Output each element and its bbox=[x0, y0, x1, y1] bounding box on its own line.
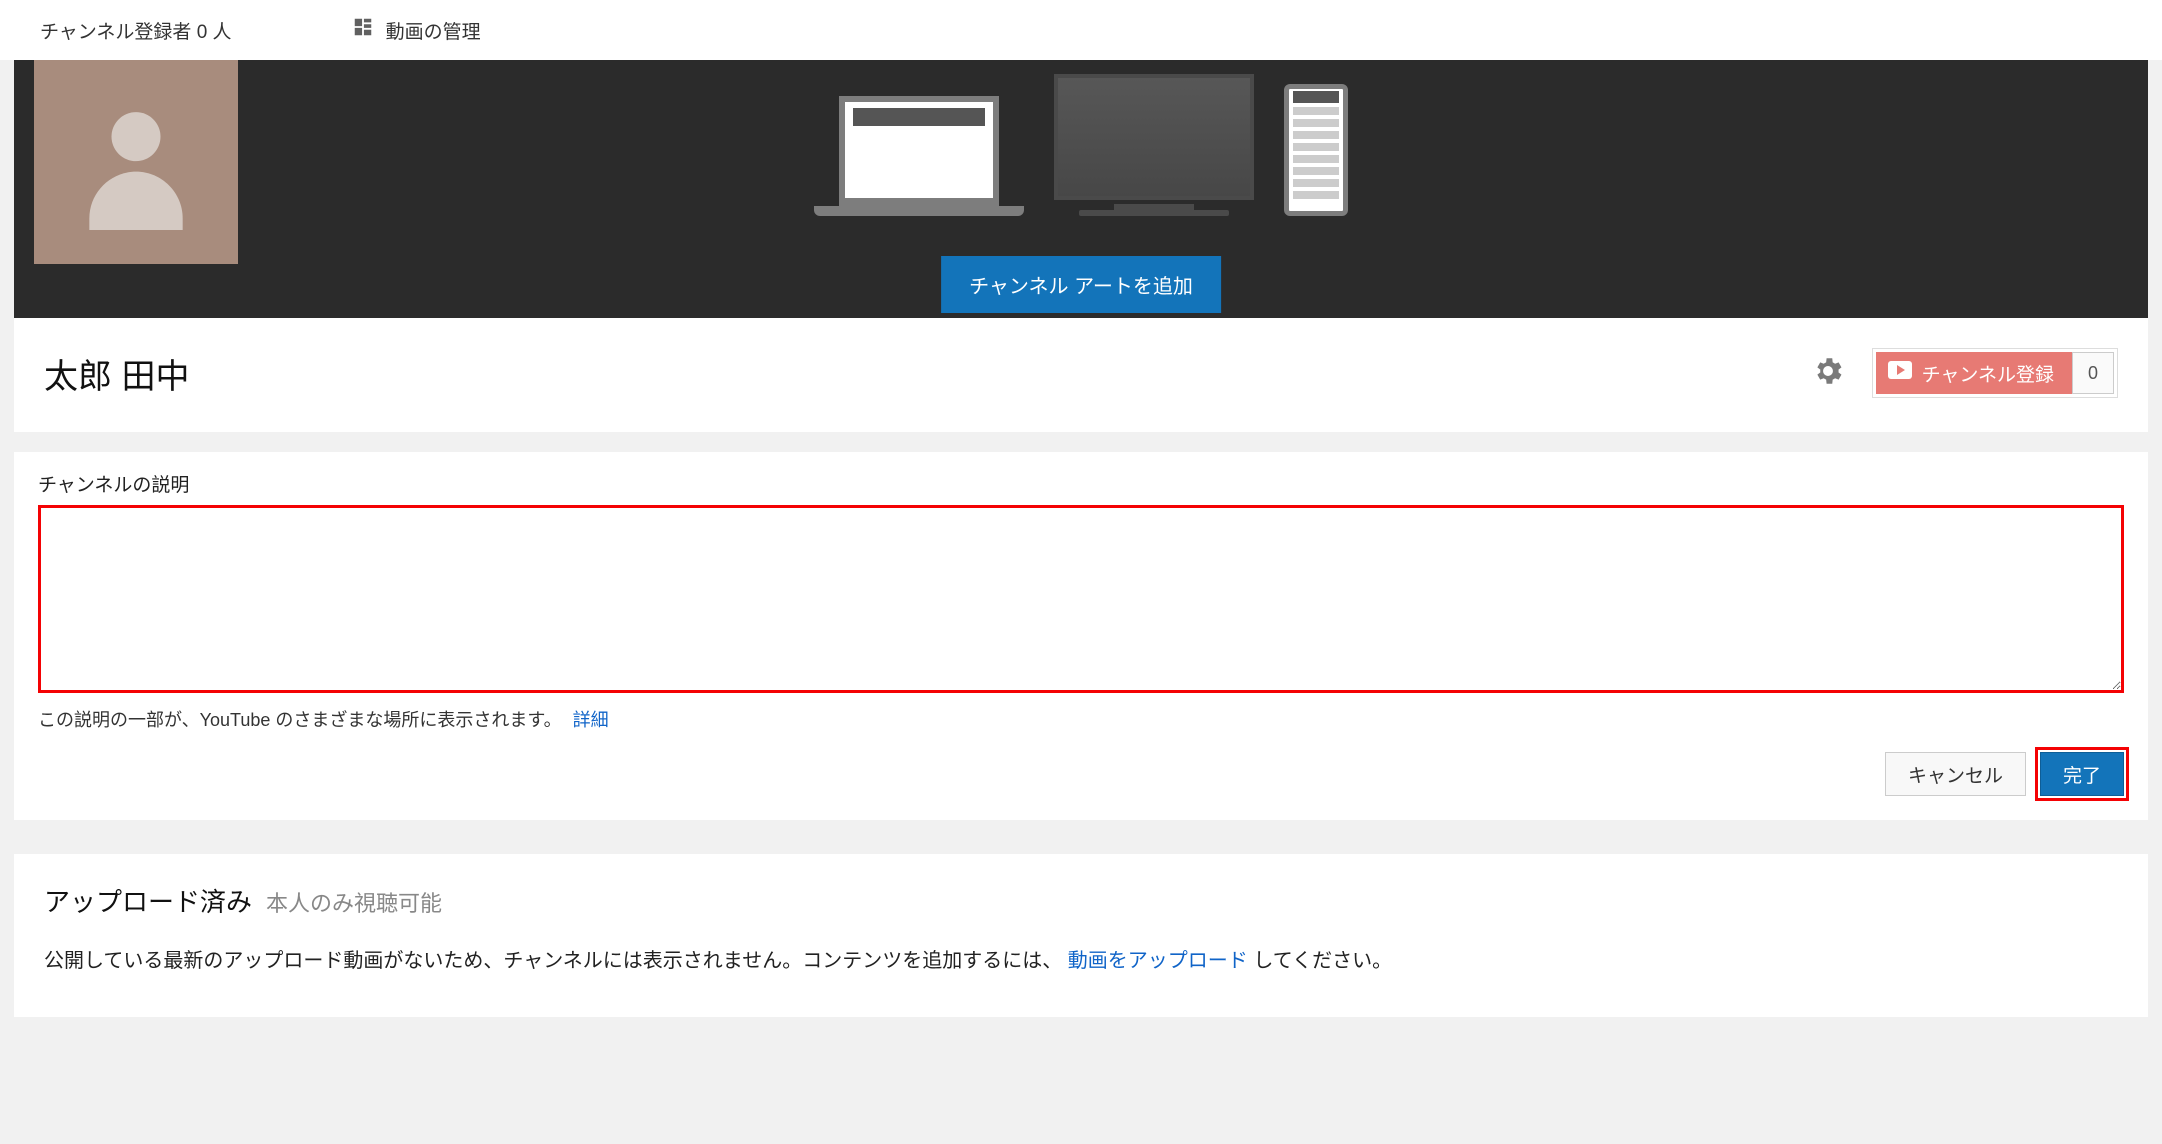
description-help-text: この説明の一部が、YouTube のさまざまな場所に表示されます。 bbox=[38, 710, 562, 730]
uploads-visibility: 本人のみ視聴可能 bbox=[266, 886, 442, 918]
description-actions: キャンセル 完了 bbox=[38, 752, 2124, 796]
description-section-label: チャンネルの説明 bbox=[38, 470, 2124, 497]
done-button[interactable]: 完了 bbox=[2040, 752, 2124, 796]
manage-videos-link[interactable]: 動画の管理 bbox=[352, 16, 481, 44]
banner-wrap: チャンネル アートを追加 bbox=[0, 60, 2162, 318]
description-details-link[interactable]: 詳細 bbox=[573, 710, 609, 730]
channel-header-row: 太郎 田中 チャンネル登録 0 bbox=[14, 318, 2148, 432]
device-preview-group bbox=[814, 74, 1348, 216]
channel-description-textarea[interactable] bbox=[38, 505, 2124, 693]
subscriber-count-label: チャンネル登録者 0 人 bbox=[40, 17, 232, 44]
youtube-play-icon bbox=[1888, 361, 1912, 385]
device-laptop-icon bbox=[814, 96, 1024, 216]
upload-video-link[interactable]: 動画をアップロード bbox=[1068, 950, 1248, 972]
uploads-empty-message: 公開している最新のアップロード動画がないため、チャンネルには表示されません。コン… bbox=[44, 945, 2118, 977]
uploads-title-row: アップロード済み 本人のみ視聴可能 bbox=[44, 882, 2118, 919]
channel-description-card: チャンネルの説明 この説明の一部が、YouTube のさまざまな場所に表示されま… bbox=[14, 452, 2148, 820]
uploads-msg-prefix: 公開している最新のアップロード動画がないため、チャンネルには表示されません。コン… bbox=[44, 950, 1062, 972]
manage-videos-label: 動画の管理 bbox=[386, 17, 481, 44]
uploads-msg-suffix: してください。 bbox=[1253, 950, 1392, 972]
description-help-row: この説明の一部が、YouTube のさまざまな場所に表示されます。 詳細 bbox=[38, 706, 2124, 732]
add-channel-art-button[interactable]: チャンネル アートを追加 bbox=[941, 256, 1221, 313]
gear-icon bbox=[1811, 354, 1845, 393]
channel-avatar[interactable] bbox=[34, 60, 238, 264]
uploads-title: アップロード済み bbox=[44, 882, 252, 919]
top-bar: チャンネル登録者 0 人 動画の管理 bbox=[0, 0, 2162, 60]
channel-banner: チャンネル アートを追加 bbox=[14, 60, 2148, 318]
channel-name: 太郎 田中 bbox=[44, 349, 1808, 398]
subscribe-count: 0 bbox=[2072, 352, 2114, 394]
channel-settings-button[interactable] bbox=[1808, 353, 1848, 393]
video-manager-icon bbox=[352, 16, 374, 44]
subscribe-group: チャンネル登録 0 bbox=[1872, 348, 2118, 398]
subscribe-button-label: チャンネル登録 bbox=[1922, 360, 2054, 387]
subscribe-button[interactable]: チャンネル登録 bbox=[1876, 352, 2072, 394]
device-tv-icon bbox=[1054, 74, 1254, 216]
device-phone-icon bbox=[1284, 84, 1348, 216]
page-root: チャンネル登録者 0 人 動画の管理 bbox=[0, 0, 2162, 1077]
uploads-card: アップロード済み 本人のみ視聴可能 公開している最新のアップロード動画がないため… bbox=[14, 854, 2148, 1017]
cancel-button[interactable]: キャンセル bbox=[1885, 752, 2026, 796]
person-icon bbox=[66, 90, 206, 235]
